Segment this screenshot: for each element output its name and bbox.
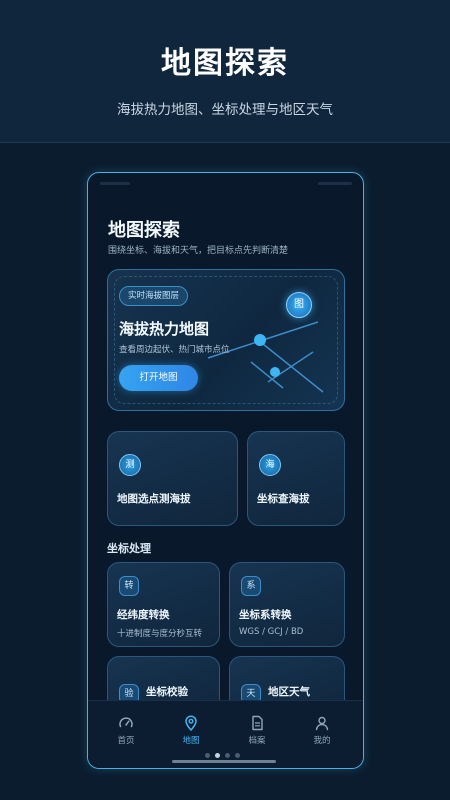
page-dot xyxy=(225,753,230,758)
tab-archive-label: 档案 xyxy=(248,736,266,746)
hero-title: 地图探索 xyxy=(161,46,289,81)
measure-icon: 测 xyxy=(119,454,141,476)
hero-banner: 地图探索 海拔热力地图、坐标处理与地区天气 xyxy=(0,0,450,143)
gauge-icon xyxy=(119,717,133,728)
tab-map[interactable]: 地图 xyxy=(161,715,221,746)
page-indicator xyxy=(205,753,249,759)
coordinate-elevation-tile[interactable]: 海 坐标查海拔 xyxy=(247,431,345,526)
convert-icon: 转 xyxy=(119,576,139,596)
tab-home-label: 首页 xyxy=(117,736,135,746)
map-icon: 图 xyxy=(286,292,312,318)
tab-map-label: 地图 xyxy=(182,736,200,746)
latlng-convert-tile[interactable]: 转 经纬度转换 十进制度与度分秒互转 xyxy=(107,562,220,647)
elevation-icon: 海 xyxy=(259,454,281,476)
page-dot-active xyxy=(215,753,220,758)
latlng-convert-desc: 十进制度与度分秒互转 xyxy=(117,629,203,639)
phone-screen: 地图探索 围绕坐标、海拔和天气，把目标点先判断清楚 实时海拔图层 海拔热力地图 … xyxy=(87,172,364,769)
page-subtitle: 围绕坐标、海拔和天气，把目标点先判断清楚 xyxy=(108,246,289,256)
pick-point-elevation-label: 地图选点测海拔 xyxy=(117,493,191,505)
coordinate-check-title: 坐标校验 xyxy=(146,686,188,698)
heatmap-title: 海拔热力地图 xyxy=(119,320,210,338)
crs-convert-desc: WGS / GCJ / BD xyxy=(239,627,304,637)
tab-archive[interactable]: 档案 xyxy=(227,715,287,746)
crs-convert-title: 坐标系转换 xyxy=(239,609,292,621)
tab-home[interactable]: 首页 xyxy=(96,715,156,746)
page-title: 地图探索 xyxy=(108,220,180,241)
regional-weather-title: 地区天气 xyxy=(268,686,310,698)
document-icon xyxy=(252,715,263,731)
page-dot xyxy=(235,753,240,758)
hero-subtitle: 海拔热力地图、坐标处理与地区天气 xyxy=(117,102,333,118)
open-map-button[interactable]: 打开地图 xyxy=(119,365,198,391)
crs-convert-tile[interactable]: 系 坐标系转换 WGS / GCJ / BD xyxy=(229,562,345,647)
layer-badge: 实时海拔图层 xyxy=(119,286,189,306)
section-title-coordinates: 坐标处理 xyxy=(107,542,151,555)
tab-profile[interactable]: 我的 xyxy=(292,715,352,746)
home-indicator[interactable] xyxy=(172,760,276,763)
heatmap-description: 查看周边起伏、热门城市点位 xyxy=(119,345,230,355)
heatmap-card[interactable]: 实时海拔图层 海拔热力地图 查看周边起伏、热门城市点位 打开地图 图 xyxy=(107,269,345,411)
coordinate-elevation-label: 坐标查海拔 xyxy=(257,493,310,505)
pick-point-elevation-tile[interactable]: 测 地图选点测海拔 xyxy=(107,431,238,526)
user-icon xyxy=(315,716,329,731)
latlng-convert-title: 经纬度转换 xyxy=(117,609,170,621)
tab-profile-label: 我的 xyxy=(313,736,331,746)
map-pin-icon xyxy=(185,715,197,731)
coordinate-system-icon: 系 xyxy=(241,576,261,596)
page-dot xyxy=(205,753,210,758)
status-bar xyxy=(88,173,363,195)
